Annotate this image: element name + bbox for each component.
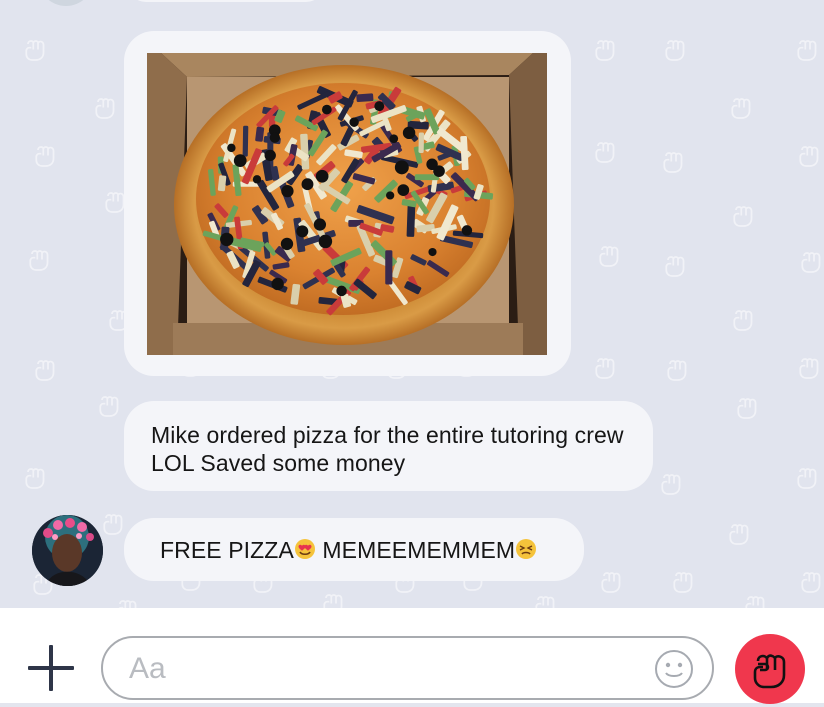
fist-pattern-icon	[660, 250, 690, 280]
fist-pattern-icon	[726, 92, 756, 122]
fist-pattern-icon	[24, 244, 54, 274]
smiley-icon[interactable]	[653, 648, 695, 690]
fist-pattern-icon	[724, 518, 754, 548]
avatar[interactable]	[32, 515, 103, 586]
fist-pattern-icon	[112, 594, 142, 608]
fist-pattern-icon	[596, 566, 626, 596]
message-input-container[interactable]	[101, 636, 714, 700]
persevering-face-emoji	[515, 538, 537, 560]
fist-pattern-icon	[90, 92, 120, 122]
previous-message-bubble	[128, 0, 324, 2]
message-text: Mike ordered pizza for the entire tutori…	[151, 422, 624, 476]
fist-pattern-icon	[94, 390, 124, 420]
fist-pattern-icon	[20, 34, 50, 64]
chat-area[interactable]: Mike ordered pizza for the entire tutori…	[0, 0, 824, 608]
fist-pattern-icon	[794, 140, 824, 170]
fist-pattern-icon	[590, 34, 620, 64]
fist-pattern-icon	[796, 246, 824, 276]
fist-pattern-icon	[660, 34, 690, 64]
fist-pattern-icon	[30, 140, 60, 170]
fist-pattern-icon	[594, 240, 624, 270]
fist-send-button[interactable]	[735, 634, 805, 704]
fist-pattern-icon	[530, 590, 560, 608]
fist-pattern-icon	[30, 354, 60, 384]
message-bubble[interactable]: FREE PIZZA MEMEEMEMMEM	[124, 518, 584, 581]
message-text: FREE PIZZA	[160, 537, 294, 563]
heart-eyes-emoji	[294, 538, 316, 560]
fist-pattern-icon	[792, 462, 822, 492]
avatar-photo	[32, 515, 103, 586]
fist-pattern-icon	[728, 200, 758, 230]
fist-pattern-icon	[658, 146, 688, 176]
pizza-image	[147, 53, 547, 355]
fist-pattern-icon	[98, 508, 128, 538]
fist-pattern-icon	[656, 468, 686, 498]
plus-icon[interactable]	[28, 645, 74, 691]
fist-pattern-icon	[794, 352, 824, 382]
fist-pattern-icon	[20, 462, 50, 492]
fist-pattern-icon	[318, 588, 348, 608]
message-text: MEMEEMEMMEM	[315, 537, 516, 563]
message-input[interactable]	[127, 646, 651, 692]
fist-pattern-icon	[728, 304, 758, 334]
fist-pattern-icon	[668, 566, 698, 596]
fist-pattern-icon	[740, 590, 770, 608]
fist-pattern-icon	[590, 352, 620, 382]
fist-pattern-icon	[732, 392, 762, 422]
fist-pattern-icon	[662, 354, 692, 384]
fist-pattern-icon	[792, 34, 822, 64]
message-bubble[interactable]: Mike ordered pizza for the entire tutori…	[124, 401, 653, 491]
fist-pattern-icon	[590, 136, 620, 166]
pizza-photo[interactable]	[147, 53, 547, 355]
fist-icon	[753, 654, 786, 689]
fist-pattern-icon	[796, 566, 824, 596]
